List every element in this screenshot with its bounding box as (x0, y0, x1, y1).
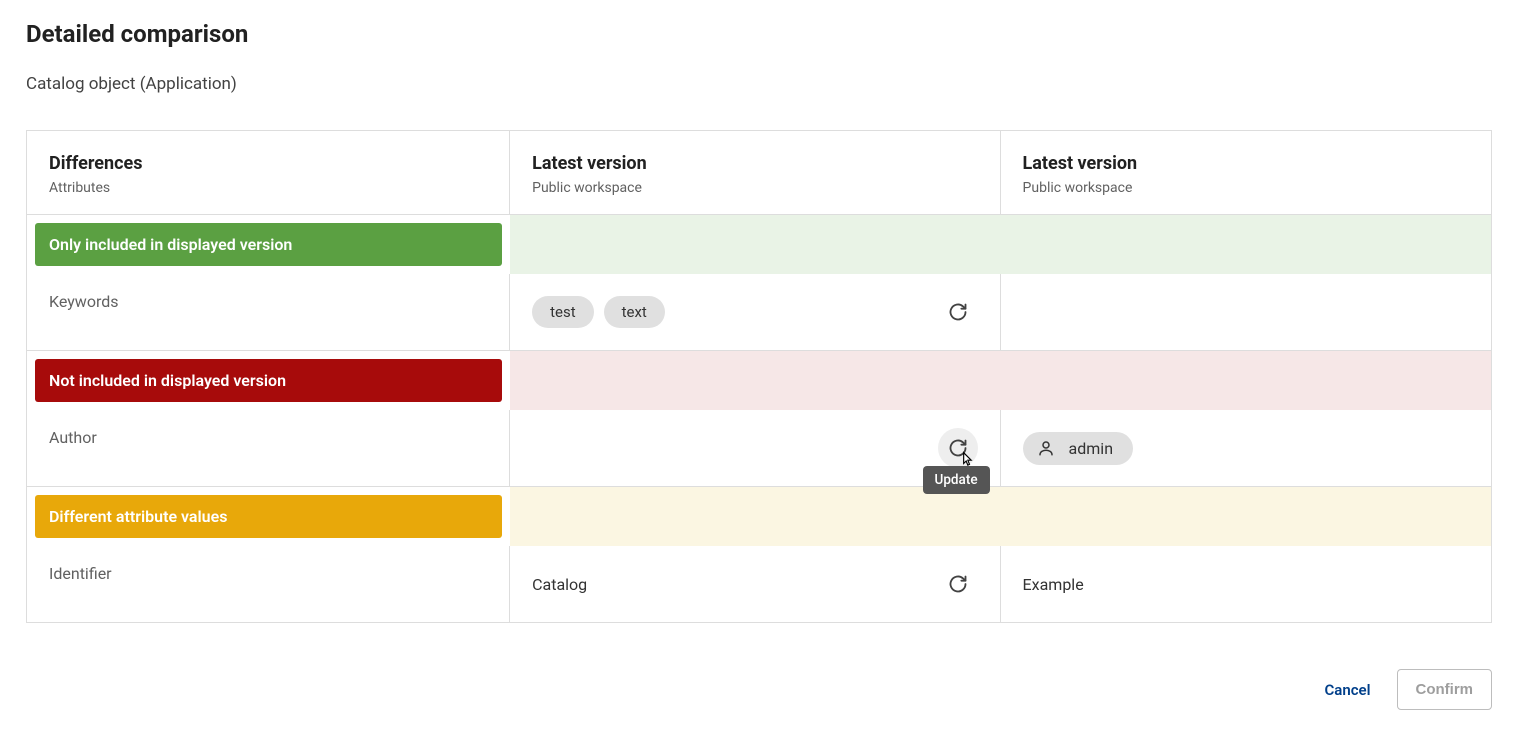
header-col-differences: Differences Attributes (27, 131, 510, 214)
comparison-table: Differences Attributes Latest version Pu… (26, 130, 1492, 623)
header-sub-workspace-right: Public workspace (1023, 180, 1469, 196)
header-col-latest-left: Latest version Public workspace (510, 131, 1000, 214)
page-title: Detailed comparison (26, 20, 1492, 48)
section-badge-only-included: Only included in displayed version (35, 223, 502, 266)
cancel-button[interactable]: Cancel (1320, 671, 1374, 709)
update-button-identifier[interactable] (938, 564, 978, 604)
tooltip-update: Update (923, 466, 990, 494)
header-title-latest-right: Latest version (1023, 153, 1469, 174)
section-badge-different: Different attribute values (35, 495, 502, 538)
object-subtitle: Catalog object (Application) (26, 74, 1492, 94)
header-sub-attributes: Attributes (49, 180, 487, 196)
identifier-value-left: Catalog (532, 575, 587, 594)
header-sub-workspace-left: Public workspace (532, 180, 977, 196)
section-only-included: Only included in displayed version (27, 215, 1491, 274)
attr-label-identifier: Identifier (49, 564, 112, 583)
refresh-icon (948, 574, 968, 594)
header-col-latest-right: Latest version Public workspace (1001, 131, 1491, 214)
refresh-icon (948, 302, 968, 322)
author-user-name: admin (1069, 439, 1113, 458)
header-title-latest-left: Latest version (532, 153, 977, 174)
attr-label-author: Author (49, 428, 97, 447)
user-icon (1037, 439, 1055, 457)
identifier-value-right: Example (1023, 575, 1084, 594)
table-header-row: Differences Attributes Latest version Pu… (27, 131, 1491, 215)
section-badge-not-included: Not included in displayed version (35, 359, 502, 402)
author-user-chip: admin (1023, 432, 1133, 465)
attr-label-keywords: Keywords (49, 292, 119, 311)
header-title-differences: Differences (49, 153, 487, 174)
refresh-icon (948, 438, 968, 458)
row-author: Author Update admin (27, 410, 1491, 487)
keyword-chip: test (532, 296, 594, 328)
row-keywords: Keywords test text (27, 274, 1491, 351)
update-button-author[interactable] (938, 428, 978, 468)
section-not-included: Not included in displayed version (27, 351, 1491, 410)
keyword-chip: text (604, 296, 665, 328)
update-button-keywords[interactable] (938, 292, 978, 332)
confirm-button[interactable]: Confirm (1397, 669, 1493, 710)
dialog-footer: Cancel Confirm (26, 669, 1492, 710)
row-identifier: Identifier Catalog Example (27, 546, 1491, 622)
keywords-chip-container: test text (532, 296, 665, 328)
section-different-values: Different attribute values (27, 487, 1491, 546)
